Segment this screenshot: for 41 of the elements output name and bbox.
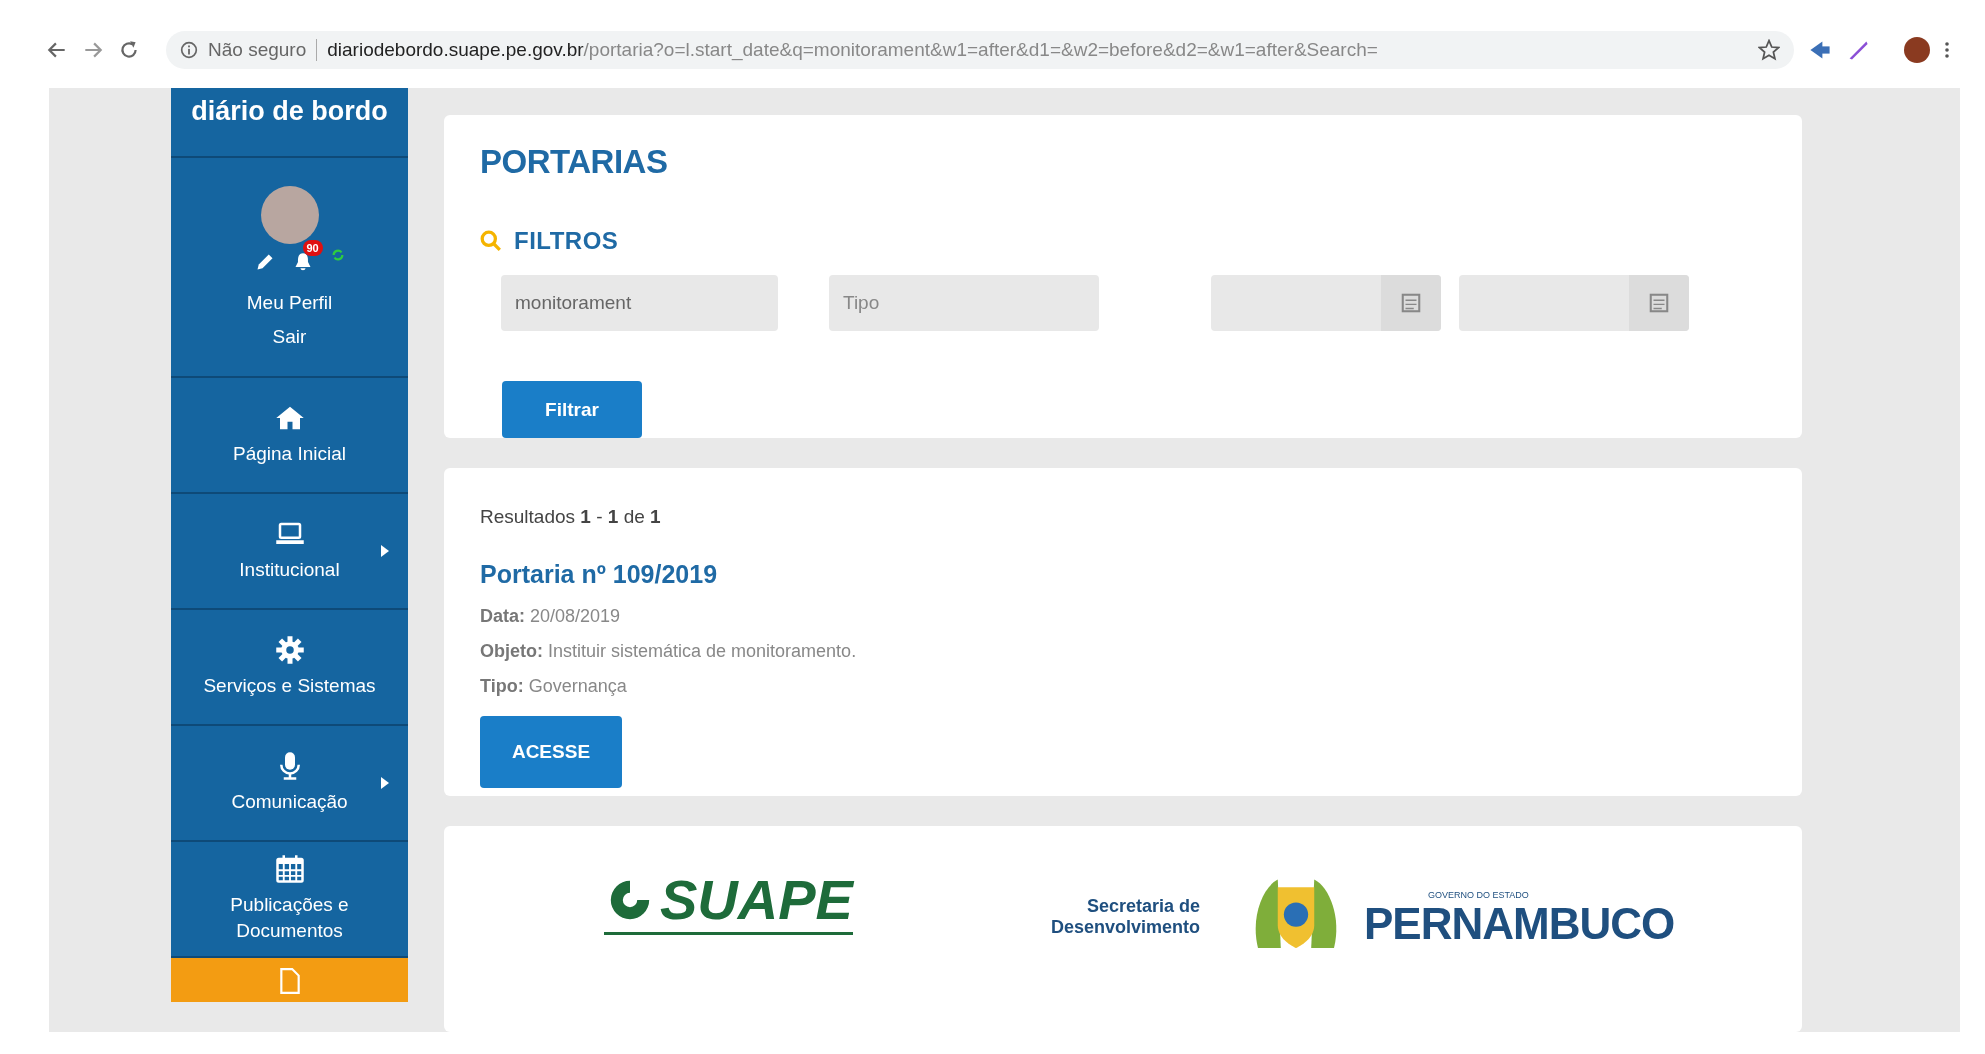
logo-text: Desenvolvimento (1050, 916, 1200, 938)
refresh-icon[interactable] (330, 248, 345, 262)
nav-item[interactable]: Institucional (171, 494, 408, 610)
nav-item[interactable]: Página Inicial (171, 378, 408, 494)
logo-caption: GOVERNO DO ESTADO (1428, 889, 1530, 900)
star-icon[interactable] (1758, 39, 1780, 61)
address-bar[interactable]: Não seguro diariodebordo.suape.pe.gov.br/portaria?o=l.start_date&q=monitorament&w1=after&d1=&w2=before&d2=&w1=after&Search= (166, 31, 1794, 69)
profile-link[interactable]: Sair (272, 320, 307, 354)
filter-button[interactable]: Filtrar (502, 381, 642, 438)
avatar (260, 186, 319, 244)
logo-text: PERNAMBUCO (1364, 899, 1675, 948)
search-field[interactable]: monitorament (501, 275, 778, 331)
result-field: Tipo: Governança (480, 669, 627, 704)
page-title: PORTARIAS (480, 143, 669, 181)
result-field: Objeto: Instituir sistemática de monitoramento. (480, 634, 857, 669)
logo-text: Secretaria de (1086, 895, 1200, 917)
nav-item[interactable]: Serviços e Sistemas (171, 610, 408, 726)
url-text: diariodebordo.suape.pe.gov.br/portaria?o=l.start_date&q=monitorament&w1=after&d1=&w2=before&d2=&w1=after&Search= (327, 39, 1379, 61)
calendar-icon[interactable] (1400, 292, 1422, 314)
gear-icon (274, 635, 305, 665)
notification-count: 90 (302, 240, 323, 256)
profile-avatar[interactable] (1904, 37, 1930, 63)
calendar-icon (274, 854, 305, 884)
result-title-link[interactable]: Portaria nº 109/2019 (480, 560, 718, 589)
search-icon (480, 230, 502, 252)
site-title: diário de bordo (171, 88, 408, 158)
menu-icon[interactable] (1944, 40, 1950, 60)
nav-item[interactable]: Comunicação (171, 726, 408, 842)
security-label: Não seguro (208, 39, 318, 61)
date-field[interactable] (1211, 275, 1441, 331)
type-field[interactable]: Tipo (829, 275, 1099, 331)
result-field: Data: 20/08/2019 (480, 599, 621, 634)
calendar-icon[interactable] (1648, 292, 1670, 314)
date-field[interactable] (1459, 275, 1689, 331)
reload-icon[interactable] (118, 39, 140, 61)
logo-text: SUAPE (660, 871, 853, 928)
info-icon (180, 41, 198, 59)
profile-link[interactable]: Meu Perfil (246, 286, 333, 320)
access-button[interactable]: ACESSE (480, 716, 622, 788)
results-summary: Resultados 1 - 1 de 1 (480, 506, 662, 528)
filters-heading: FILTROS (514, 227, 619, 255)
